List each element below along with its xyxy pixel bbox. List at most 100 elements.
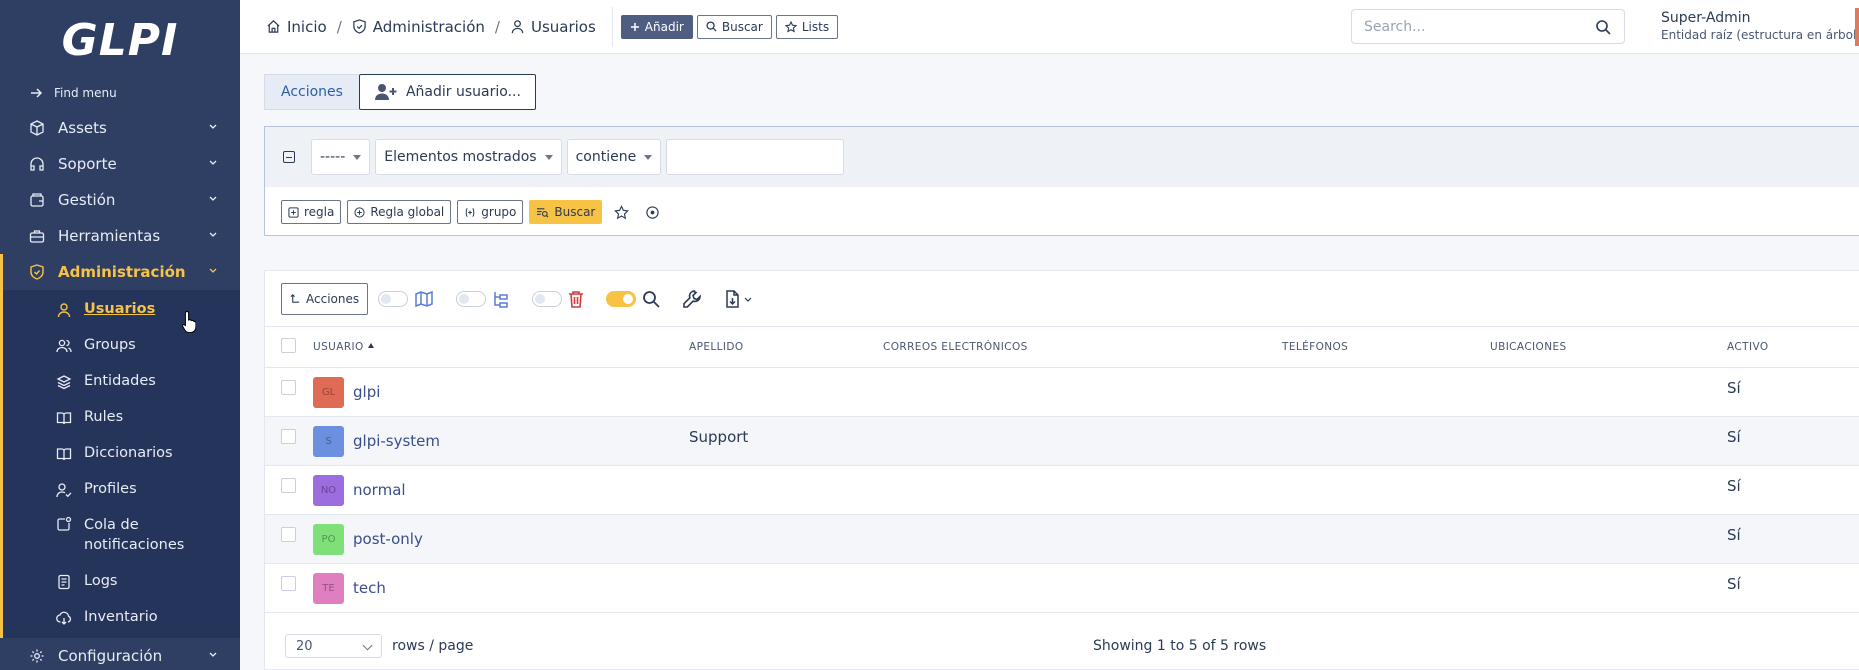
active-cell: Sí (1727, 367, 1859, 417)
sidebar-item-profiles[interactable]: Profiles (0, 472, 240, 508)
arrow-right-icon (31, 88, 43, 98)
user-cell: GL glpi (313, 367, 689, 417)
user-cell: Sglpi-system (313, 416, 689, 466)
sidebar-item-diccionarios[interactable]: Diccionarios (0, 436, 240, 472)
add-button[interactable]: Añadir (620, 14, 693, 39)
breadcrumb: Inicio / Administración / Usuarios (240, 18, 596, 36)
sidebar-item-cola-notificaciones[interactable]: Cola de notificaciones (0, 508, 240, 564)
add-group-button[interactable]: grupo (457, 200, 524, 224)
col-usuario[interactable]: USUARIO (313, 327, 689, 368)
criteria-value-input[interactable] (666, 139, 845, 175)
avatar[interactable] (1855, 8, 1859, 46)
sidebar-item-usuarios[interactable]: Usuarios (0, 292, 240, 328)
find-menu-link[interactable]: Find menu (0, 80, 240, 106)
col-correos[interactable]: CORREOS ELECTRÓNICOS (883, 327, 1282, 368)
nav-administracion[interactable]: Administración (0, 254, 240, 290)
active-cell: Sí (1727, 563, 1859, 613)
sidebar-item-inventario[interactable]: Inventario (0, 600, 240, 636)
row-checkbox[interactable] (281, 477, 296, 493)
search-button[interactable]: Buscar (696, 14, 772, 39)
add-rule-button[interactable]: regla (281, 200, 342, 224)
map-toggle[interactable] (378, 290, 409, 307)
action-tabs: Acciones Añadir usuario... (264, 74, 536, 110)
breadcrumb-separator: / (494, 17, 500, 36)
nav-gestion[interactable]: Gestión (0, 182, 240, 218)
user-link[interactable]: glpi (353, 383, 380, 401)
table-footer: 20 rows / page Showing 1 to 5 of 5 rows (265, 621, 1859, 670)
nav-configuracion[interactable]: Configuración (0, 638, 240, 670)
search-icon[interactable] (1595, 19, 1611, 35)
tab-acciones[interactable]: Acciones (264, 74, 359, 110)
sidebar-item-groups[interactable]: Groups (0, 328, 240, 364)
collapse-criteria-icon[interactable] (283, 151, 295, 163)
avatar-initials: TE (322, 582, 335, 594)
link-operator-value: ----- (320, 149, 346, 165)
col-activo-label: ACTIVO (1727, 340, 1769, 353)
cube-icon (28, 119, 46, 137)
nav-soporte[interactable]: Soporte (0, 146, 240, 182)
nav-herramientas-label: Herramientas (58, 227, 161, 245)
wrench-icon[interactable] (682, 289, 702, 309)
user-link[interactable]: post-only (353, 530, 423, 548)
active-cell: Sí (1727, 416, 1859, 466)
add-user-label: Añadir usuario... (405, 84, 521, 100)
user-menu[interactable]: Super-Admin Entidad raíz (estructura en … (1661, 10, 1859, 42)
phones-cell (1282, 367, 1490, 417)
surname-cell: Support (689, 416, 883, 466)
row-checkbox[interactable] (281, 379, 296, 395)
book-icon (56, 448, 72, 461)
breadcrumb-admin[interactable]: Administración (352, 18, 485, 36)
locations-cell (1490, 367, 1727, 417)
breadcrumb-home[interactable]: Inicio (266, 18, 327, 36)
users-table-card: Acciones USUARIO APELLIDO CORREOS ELECTR… (264, 270, 1859, 670)
col-activo[interactable]: ACTIVO (1727, 327, 1859, 368)
breadcrumb-usuarios[interactable]: Usuarios (510, 18, 596, 36)
caret-down-icon (544, 154, 553, 160)
filter-search-icon (537, 207, 549, 217)
row-checkbox[interactable] (281, 428, 296, 444)
lists-button-label: Lists (801, 19, 830, 34)
active-cell: Sí (1727, 514, 1859, 564)
global-search-input[interactable]: Search... (1351, 9, 1625, 44)
sort-asc-icon (367, 342, 374, 348)
locations-cell (1490, 563, 1727, 613)
user-link[interactable]: tech (353, 579, 386, 597)
nav-assets[interactable]: Assets (0, 110, 240, 146)
field-value: Elementos mostrados (384, 149, 537, 165)
rows-per-page-select[interactable]: 20 (285, 634, 382, 658)
add-global-rule-button[interactable]: Regla global (347, 200, 452, 224)
col-apellido[interactable]: APELLIDO (689, 327, 883, 368)
sidebar-item-rules[interactable]: Rules (0, 400, 240, 436)
sidebar-item-logs[interactable]: Logs (0, 564, 240, 600)
add-user-button[interactable]: Añadir usuario... (358, 74, 536, 110)
map-icon (414, 289, 434, 309)
user-link[interactable]: normal (353, 481, 406, 499)
col-ubicaciones[interactable]: UBICACIONES (1490, 327, 1727, 368)
select-all-checkbox[interactable] (281, 337, 296, 353)
breadcrumb-home-label: Inicio (287, 17, 327, 36)
glpi-logo[interactable]: GLPI (0, 0, 240, 80)
col-telefonos[interactable]: TELÉFONOS (1282, 327, 1490, 368)
row-checkbox[interactable] (281, 575, 296, 591)
trash-toggle[interactable] (532, 290, 563, 307)
row-select-cell (265, 367, 313, 417)
lists-button[interactable]: Lists (775, 14, 839, 39)
export-icon[interactable] (724, 289, 754, 309)
nav-herramientas[interactable]: Herramientas (0, 218, 240, 254)
user-plus-icon (374, 84, 397, 100)
tree-toggle[interactable] (456, 290, 487, 307)
reset-search-icon[interactable] (645, 205, 660, 220)
massive-actions-button[interactable]: Acciones (281, 282, 369, 315)
topbar: Inicio / Administración / Usuarios Añadi… (240, 0, 1859, 54)
user-link[interactable]: glpi-system (353, 432, 440, 450)
nav-gestion-label: Gestión (58, 191, 116, 209)
link-operator-select[interactable]: ----- (311, 139, 371, 175)
search-toggle[interactable] (606, 290, 637, 307)
row-checkbox[interactable] (281, 526, 296, 542)
sidebar-item-entidades[interactable]: Entidades (0, 364, 240, 400)
field-select[interactable]: Elementos mostrados (375, 139, 562, 175)
chevron-down-icon (209, 652, 217, 657)
operator-select[interactable]: contiene (566, 139, 662, 175)
run-search-button[interactable]: Buscar (529, 200, 603, 224)
save-search-star-icon[interactable] (614, 204, 630, 220)
